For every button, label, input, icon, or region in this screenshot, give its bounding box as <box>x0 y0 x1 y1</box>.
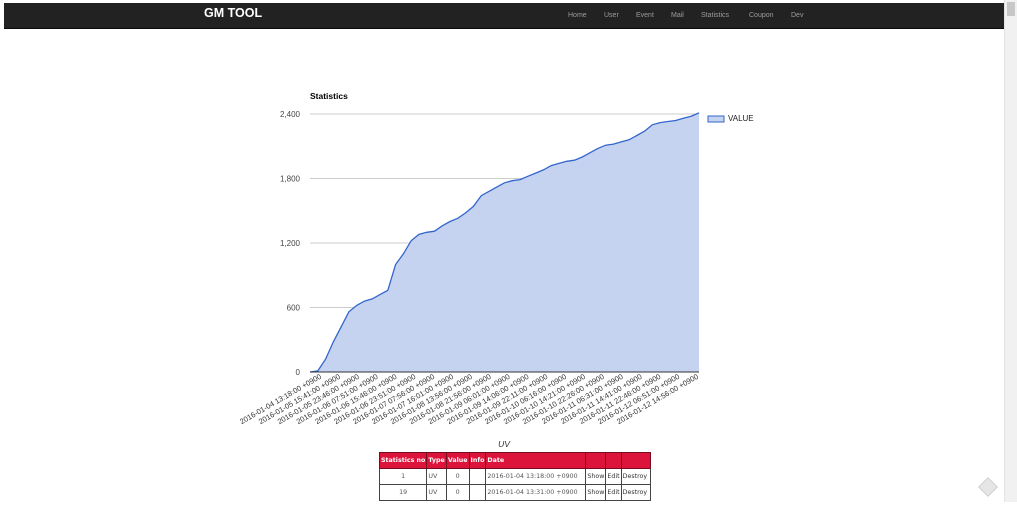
header-type: Type <box>427 453 446 469</box>
legend-swatch <box>708 116 724 122</box>
header-show <box>586 453 606 469</box>
vertical-scrollbar[interactable] <box>1004 0 1017 502</box>
statistics-chart: Statistics 0 600 1,200 1,800 2,400 2016-01-04 … <box>0 0 1017 502</box>
cell-type: UV <box>427 485 446 501</box>
table-row: 1 UV 0 2016-01-04 13:18:00 +0900 Show Ed… <box>380 469 651 485</box>
y-tick-label: 1,200 <box>280 239 301 248</box>
y-tick-label: 2,400 <box>280 110 301 119</box>
cell-date: 2016-01-04 13:18:00 +0900 <box>486 469 586 485</box>
show-link[interactable]: Show <box>586 485 606 501</box>
y-tick-label: 0 <box>296 368 301 377</box>
header-destroy <box>621 453 650 469</box>
chart-title: Statistics <box>310 91 348 101</box>
table-row: 19 UV 0 2016-01-04 13:31:00 +0900 Show E… <box>380 485 651 501</box>
header-date: Date <box>486 453 586 469</box>
table-header-row: Statistics no Type Value Info Date <box>380 453 651 469</box>
header-info: Info <box>469 453 486 469</box>
x-axis-title: UV <box>498 439 511 449</box>
destroy-link[interactable]: Destroy <box>621 485 650 501</box>
edit-link[interactable]: Edit <box>606 469 621 485</box>
y-tick-label: 1,800 <box>280 175 301 184</box>
header-statistics-no: Statistics no <box>380 453 427 469</box>
cell-info <box>469 469 486 485</box>
cell-value: 0 <box>446 485 469 501</box>
statistics-table: Statistics no Type Value Info Date 1 UV … <box>379 452 651 501</box>
y-tick-label: 600 <box>287 304 301 313</box>
legend-label: VALUE <box>728 114 754 123</box>
cell-value: 0 <box>446 469 469 485</box>
cell-statistics-no: 1 <box>380 469 427 485</box>
chart-container: Statistics 0 600 1,200 1,800 2,400 2016-01-04 … <box>0 0 1017 502</box>
header-edit <box>606 453 621 469</box>
series-area <box>310 113 699 372</box>
cell-date: 2016-01-04 13:31:00 +0900 <box>486 485 586 501</box>
edit-link[interactable]: Edit <box>606 485 621 501</box>
cell-statistics-no: 19 <box>380 485 427 501</box>
cell-type: UV <box>427 469 446 485</box>
scrollbar-thumb[interactable] <box>1007 2 1015 16</box>
cell-info <box>469 485 486 501</box>
destroy-link[interactable]: Destroy <box>621 469 650 485</box>
show-link[interactable]: Show <box>586 469 606 485</box>
header-value: Value <box>446 453 469 469</box>
